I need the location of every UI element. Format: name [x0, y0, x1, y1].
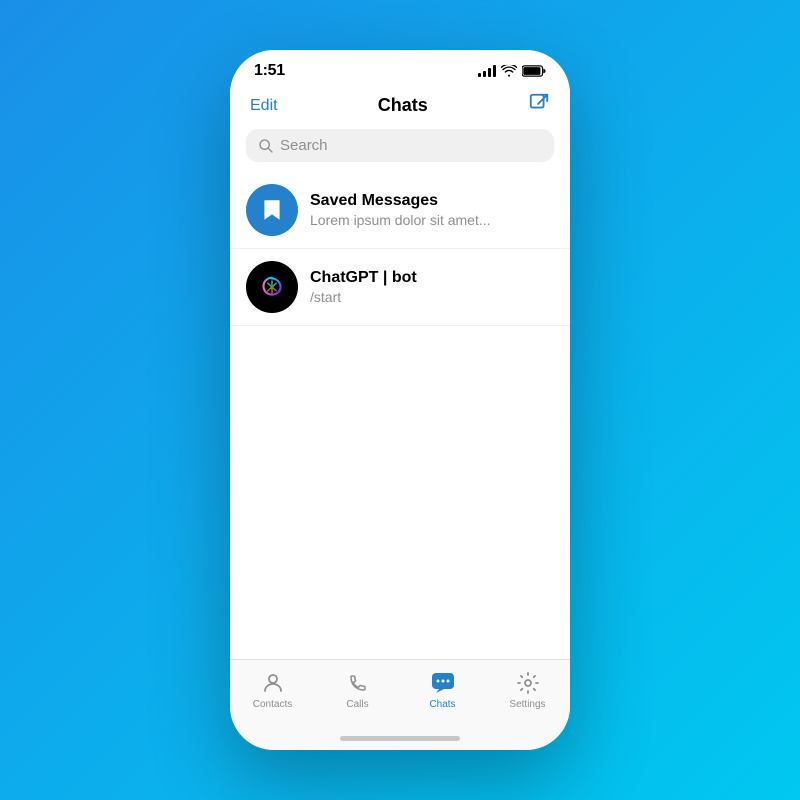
status-icons: [478, 65, 546, 77]
avatar-saved-messages: [246, 184, 298, 236]
search-icon: [258, 138, 274, 154]
tab-settings-label: Settings: [509, 699, 545, 710]
search-container: Search: [230, 129, 570, 172]
search-bar[interactable]: Search: [246, 129, 554, 162]
tab-contacts-label: Contacts: [253, 699, 292, 710]
chat-item-saved-messages[interactable]: Saved Messages Lorem ipsum dolor sit ame…: [230, 172, 570, 249]
chat-list: Saved Messages Lorem ipsum dolor sit ame…: [230, 172, 570, 659]
chats-icon: [430, 670, 456, 696]
status-time: 1:51: [254, 62, 285, 80]
edit-button[interactable]: Edit: [250, 97, 278, 115]
wifi-icon: [501, 65, 517, 77]
search-placeholder: Search: [280, 137, 328, 154]
settings-icon: [515, 670, 541, 696]
tab-calls[interactable]: Calls: [315, 670, 400, 710]
nav-title: Chats: [378, 95, 428, 116]
chat-item-chatgpt[interactable]: ChatGPT | bot /start: [230, 249, 570, 326]
signal-icon: [478, 65, 496, 77]
home-bar: [340, 736, 460, 741]
status-bar: 1:51: [230, 50, 570, 86]
tab-calls-label: Calls: [346, 699, 368, 710]
tab-chats[interactable]: Chats: [400, 670, 485, 710]
home-indicator: [230, 730, 570, 750]
chat-name-saved-messages: Saved Messages: [310, 192, 554, 210]
chat-preview-chatgpt: /start: [310, 289, 554, 305]
chat-info-saved-messages: Saved Messages Lorem ipsum dolor sit ame…: [310, 192, 554, 228]
chat-info-chatgpt: ChatGPT | bot /start: [310, 269, 554, 305]
nav-header: Edit Chats: [230, 86, 570, 129]
avatar-chatgpt: [246, 261, 298, 313]
chat-name-chatgpt: ChatGPT | bot: [310, 269, 554, 287]
calls-icon: [345, 670, 371, 696]
compose-button[interactable]: [528, 92, 550, 119]
phone-frame: 1:51 Edit: [230, 50, 570, 750]
chat-preview-saved-messages: Lorem ipsum dolor sit amet...: [310, 212, 554, 228]
contacts-icon: [260, 670, 286, 696]
battery-icon: [522, 65, 546, 77]
tab-contacts[interactable]: Contacts: [230, 670, 315, 710]
tab-settings[interactable]: Settings: [485, 670, 570, 710]
tab-chats-label: Chats: [429, 699, 455, 710]
tab-bar: Contacts Calls Chats: [230, 659, 570, 730]
